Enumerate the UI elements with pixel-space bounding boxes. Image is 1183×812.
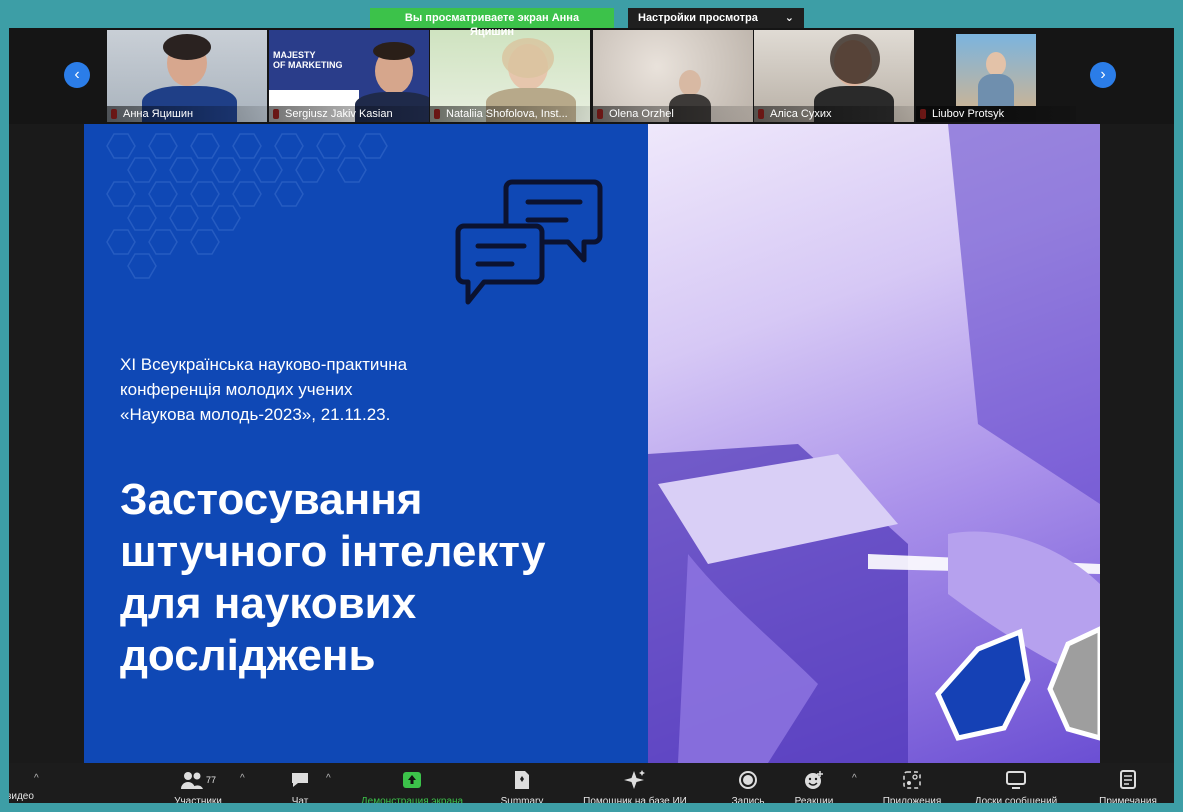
reactions-icon [805, 771, 823, 789]
summary-button[interactable]: Summary [492, 769, 552, 807]
chat-bubbles-icon [455, 179, 603, 305]
next-page-button[interactable]: › [1090, 62, 1116, 88]
participant-tile[interactable]: Liubov Protsyk [916, 30, 1076, 122]
share-screen-icon [403, 772, 421, 788]
slide-photo [648, 124, 1100, 763]
participant-name: Liubov Protsyk [916, 106, 1076, 122]
hands-tablet-illustration [648, 124, 1100, 763]
video-options-caret[interactable]: ^ [34, 773, 39, 784]
slide-title: Застосування штучного інтелекту для наук… [120, 475, 546, 680]
chevron-right-icon: › [1100, 66, 1106, 83]
chat-button[interactable]: Чат [282, 769, 318, 807]
share-screen-label: Демонстрация экрана [360, 796, 464, 807]
ai-assistant-button[interactable]: Помощник на базе ИИ [568, 769, 702, 807]
participant-tile[interactable]: Анна Яцишин [107, 30, 267, 122]
share-screen-button[interactable]: Демонстрация экрана [350, 769, 474, 807]
participant-tile[interactable]: Olena Orzhel [593, 30, 753, 122]
participant-name: Sergiusz Jakiv Kasian [269, 106, 429, 122]
chevron-left-icon: ‹ [74, 66, 80, 83]
chevron-down-icon: ⌄ [784, 12, 794, 24]
notes-button[interactable]: Примечания [1086, 769, 1170, 807]
participants-icon [180, 772, 203, 789]
participant-tile[interactable]: Аліса Сухих [754, 30, 914, 122]
apps-label: Приложения [882, 796, 942, 807]
apps-button[interactable]: Приложения [872, 769, 952, 807]
shared-slide: XI Всеукраїнська науково-практична конфе… [84, 124, 648, 763]
participant-tile[interactable]: Nataliia Shofolova, Inst... [430, 30, 590, 122]
participants-count: 77 [205, 775, 216, 785]
participant-tile[interactable]: MAJESTY OF MARKETING Sergiusz Jakiv Kasi… [269, 30, 429, 122]
whiteboards-button[interactable]: Доски сообщений [960, 769, 1072, 807]
participants-label: Участники [174, 796, 222, 807]
whiteboard-icon [1006, 771, 1026, 789]
notes-label: Примечания [1099, 796, 1157, 807]
record-icon [739, 771, 757, 789]
participant-name: Olena Orzhel [593, 106, 753, 122]
view-options-label: Настройки просмотра [638, 12, 758, 24]
chat-icon [292, 773, 308, 787]
summary-label: Summary [500, 796, 544, 807]
reactions-options-caret[interactable]: ^ [852, 773, 857, 784]
chat-label: Чат [291, 796, 309, 807]
video-button[interactable]: видео [0, 791, 40, 802]
participant-name: Анна Яцишин [107, 106, 267, 122]
sparkle-icon [624, 770, 645, 789]
participant-video [679, 70, 701, 96]
participants-options-caret[interactable]: ^ [240, 773, 245, 784]
share-status-text: Вы просматриваете экран Анна Яцишин [370, 8, 614, 38]
apps-icon [903, 771, 921, 789]
record-button[interactable]: Запись [724, 769, 772, 807]
reactions-label: Реакции [794, 796, 834, 807]
virtual-background-text: MAJESTY OF MARKETING [273, 50, 343, 70]
meeting-toolbar: ^ видео 77 Участники ^ Чат ^ Демонстраци… [0, 763, 1183, 812]
video-label: видео [6, 791, 34, 802]
summary-icon [515, 771, 529, 789]
reactions-button[interactable]: Реакции [786, 769, 842, 807]
view-options-button[interactable]: Настройки просмотра ⌄ [628, 8, 804, 28]
slide-subtitle: XI Всеукраїнська науково-практична конфе… [120, 355, 408, 424]
participant-name: Nataliia Shofolova, Inst... [430, 106, 590, 122]
chat-options-caret[interactable]: ^ [326, 773, 331, 784]
ai-assistant-label: Помощник на базе ИИ [583, 796, 687, 807]
notes-icon [1120, 770, 1136, 789]
hexagon-pattern-icon [106, 133, 388, 279]
whiteboards-label: Доски сообщений [974, 796, 1058, 807]
participant-name: Аліса Сухих [754, 106, 914, 122]
participants-button[interactable]: 77 Участники [160, 769, 236, 807]
share-banner: Вы просматриваете экран Анна Яцишин Наст… [370, 8, 804, 38]
prev-page-button[interactable]: ‹ [64, 62, 90, 88]
record-label: Запись [731, 796, 765, 807]
